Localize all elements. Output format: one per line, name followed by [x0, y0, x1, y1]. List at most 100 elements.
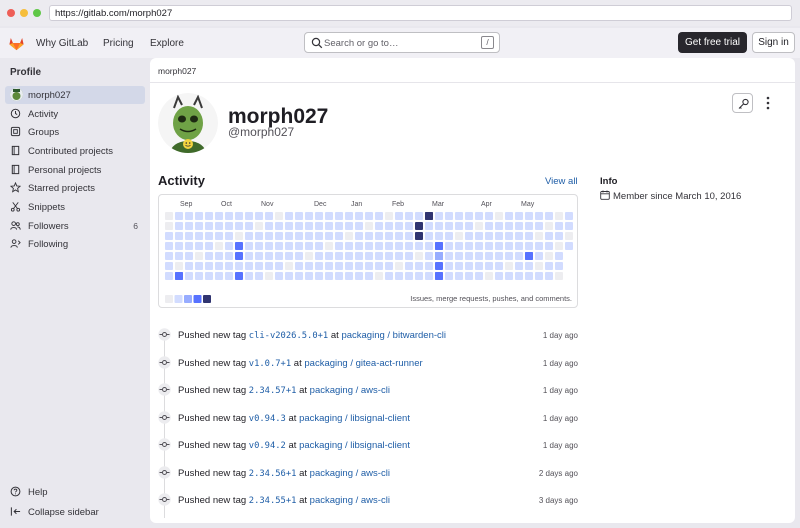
- contribution-day-cell[interactable]: [465, 222, 473, 230]
- contribution-day-cell[interactable]: [175, 222, 183, 230]
- nav-link-explore[interactable]: Explore: [150, 38, 184, 49]
- contribution-day-cell[interactable]: [195, 222, 203, 230]
- contribution-day-cell[interactable]: [315, 212, 323, 220]
- event-project-link[interactable]: packaging / aws-cli: [310, 468, 390, 479]
- contribution-day-cell[interactable]: [535, 272, 543, 280]
- contribution-day-cell[interactable]: [545, 272, 553, 280]
- contribution-day-cell[interactable]: [445, 212, 453, 220]
- contribution-day-cell[interactable]: [325, 232, 333, 240]
- contribution-day-cell[interactable]: [555, 272, 563, 280]
- contribution-day-cell[interactable]: [505, 232, 513, 240]
- contribution-day-cell[interactable]: [385, 212, 393, 220]
- contribution-day-cell[interactable]: [495, 222, 503, 230]
- contribution-day-cell[interactable]: [335, 252, 343, 260]
- contribution-day-cell[interactable]: [365, 262, 373, 270]
- contribution-day-cell[interactable]: [385, 232, 393, 240]
- contribution-day-cell[interactable]: [555, 242, 563, 250]
- contribution-day-cell[interactable]: [325, 212, 333, 220]
- contribution-day-cell[interactable]: [355, 222, 363, 230]
- event-project-link[interactable]: packaging / gitea-act-runner: [304, 358, 422, 369]
- contribution-day-cell[interactable]: [375, 262, 383, 270]
- contribution-day-cell[interactable]: [215, 222, 223, 230]
- contribution-day-cell[interactable]: [455, 262, 463, 270]
- contribution-day-cell[interactable]: [185, 272, 193, 280]
- contribution-day-cell[interactable]: [275, 222, 283, 230]
- contribution-day-cell[interactable]: [295, 242, 303, 250]
- contribution-day-cell[interactable]: [385, 252, 393, 260]
- contribution-day-cell[interactable]: [475, 242, 483, 250]
- contribution-day-cell[interactable]: [365, 222, 373, 230]
- contribution-day-cell[interactable]: [375, 222, 383, 230]
- contribution-day-cell[interactable]: [385, 242, 393, 250]
- contribution-day-cell[interactable]: [465, 272, 473, 280]
- contribution-day-cell[interactable]: [355, 242, 363, 250]
- contribution-day-cell[interactable]: [205, 262, 213, 270]
- contribution-day-cell[interactable]: [445, 232, 453, 240]
- contribution-day-cell[interactable]: [385, 222, 393, 230]
- contribution-day-cell[interactable]: [215, 242, 223, 250]
- contribution-day-cell[interactable]: [285, 252, 293, 260]
- contribution-day-cell[interactable]: [185, 242, 193, 250]
- contribution-day-cell[interactable]: [345, 222, 353, 230]
- contribution-day-cell[interactable]: [425, 212, 433, 220]
- contribution-day-cell[interactable]: [435, 212, 443, 220]
- contribution-day-cell[interactable]: [305, 232, 313, 240]
- contribution-day-cell[interactable]: [535, 212, 543, 220]
- sidebar-item-personal-projects[interactable]: Personal projects: [5, 161, 145, 179]
- contribution-day-cell[interactable]: [305, 252, 313, 260]
- contribution-day-cell[interactable]: [225, 252, 233, 260]
- contribution-day-cell[interactable]: [365, 272, 373, 280]
- contribution-day-cell[interactable]: [245, 262, 253, 270]
- contribution-day-cell[interactable]: [435, 222, 443, 230]
- contribution-day-cell[interactable]: [325, 242, 333, 250]
- contribution-day-cell[interactable]: [495, 272, 503, 280]
- contribution-day-cell[interactable]: [415, 222, 423, 230]
- contribution-day-cell[interactable]: [515, 252, 523, 260]
- contribution-day-cell[interactable]: [375, 272, 383, 280]
- contribution-day-cell[interactable]: [445, 222, 453, 230]
- contribution-day-cell[interactable]: [565, 232, 573, 240]
- sidebar-item-following[interactable]: Following: [5, 235, 145, 253]
- contribution-day-cell[interactable]: [195, 212, 203, 220]
- contribution-day-cell[interactable]: [425, 242, 433, 250]
- sidebar-item-activity[interactable]: Activity: [5, 105, 145, 123]
- contribution-day-cell[interactable]: [305, 242, 313, 250]
- event-project-link[interactable]: packaging / aws-cli: [310, 495, 390, 506]
- contribution-day-cell[interactable]: [235, 252, 243, 260]
- sidebar-item-snippets[interactable]: Snippets: [5, 198, 145, 216]
- contribution-day-cell[interactable]: [275, 252, 283, 260]
- contribution-day-cell[interactable]: [435, 252, 443, 260]
- contribution-day-cell[interactable]: [165, 252, 173, 260]
- contribution-day-cell[interactable]: [485, 242, 493, 250]
- contribution-day-cell[interactable]: [535, 262, 543, 270]
- more-actions-icon[interactable]: [763, 95, 773, 111]
- contribution-day-cell[interactable]: [295, 252, 303, 260]
- contribution-day-cell[interactable]: [175, 232, 183, 240]
- contribution-day-cell[interactable]: [415, 212, 423, 220]
- contribution-day-cell[interactable]: [205, 232, 213, 240]
- contribution-day-cell[interactable]: [225, 272, 233, 280]
- contribution-day-cell[interactable]: [205, 242, 213, 250]
- contribution-day-cell[interactable]: [525, 212, 533, 220]
- contribution-day-cell[interactable]: [555, 222, 563, 230]
- contribution-day-cell[interactable]: [565, 222, 573, 230]
- contribution-day-cell[interactable]: [465, 262, 473, 270]
- contribution-day-cell[interactable]: [515, 232, 523, 240]
- contribution-day-cell[interactable]: [515, 222, 523, 230]
- contribution-day-cell[interactable]: [395, 212, 403, 220]
- contribution-day-cell[interactable]: [175, 262, 183, 270]
- contribution-day-cell[interactable]: [405, 242, 413, 250]
- contribution-day-cell[interactable]: [435, 242, 443, 250]
- contribution-day-cell[interactable]: [505, 262, 513, 270]
- contribution-day-cell[interactable]: [245, 212, 253, 220]
- contribution-day-cell[interactable]: [415, 232, 423, 240]
- contribution-day-cell[interactable]: [265, 232, 273, 240]
- contribution-day-cell[interactable]: [195, 272, 203, 280]
- contribution-day-cell[interactable]: [475, 252, 483, 260]
- contribution-day-cell[interactable]: [505, 222, 513, 230]
- contribution-day-cell[interactable]: [435, 272, 443, 280]
- sidebar-item-groups[interactable]: Groups: [5, 123, 145, 141]
- contribution-day-cell[interactable]: [355, 232, 363, 240]
- contribution-day-cell[interactable]: [425, 272, 433, 280]
- contribution-day-cell[interactable]: [275, 262, 283, 270]
